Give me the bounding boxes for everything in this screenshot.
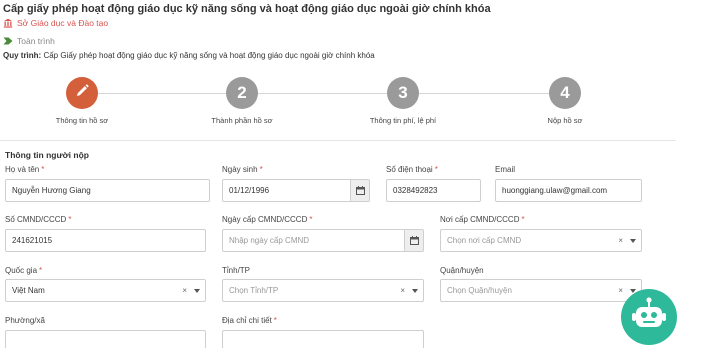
step-4-label: Nộp hồ sơ [547,116,583,125]
step-2-number: 2 [226,77,258,109]
process-value: Cấp Giấy phép hoạt động giáo dục kỹ năng… [43,51,375,60]
step-3-number: 3 [387,77,419,109]
calendar-icon[interactable] [350,180,369,201]
ward-label: Phường/xã [5,316,45,325]
step-3-label: Thông tin phí, lệ phí [369,116,437,125]
district-select[interactable]: Chọn Quận/huyện × [440,279,642,302]
org-name: Sở Giáo dục và Đào tạo [17,18,109,28]
step-3[interactable]: 3 Thông tin phí, lệ phí [343,77,463,125]
status-label: Toàn trình [17,36,55,46]
phone-input[interactable]: 0328492823 [386,179,481,202]
clear-icon[interactable]: × [182,286,187,295]
name-label: Họ và tên * [5,165,45,174]
process-label: Quy trình: [3,51,42,60]
building-icon [3,18,13,28]
step-1[interactable]: Thông tin hồ sơ [22,77,142,125]
province-label: Tỉnh/TP [222,266,251,275]
id-number-label: Số CMND/CCCD * [5,215,72,224]
address-label: Địa chỉ chi tiết * [222,316,277,325]
chevron-down-icon[interactable] [412,288,418,293]
chevron-down-icon[interactable] [630,238,636,243]
robot-icon [629,295,669,340]
district-label: Quận/huyện [440,266,484,275]
email-label: Email [495,165,516,174]
dob-label: Ngày sinh * [222,165,263,174]
section-title: Thông tin người nộp [5,150,89,160]
process-line: Quy trình: Cấp Giấy phép hoạt động giáo … [3,51,375,60]
id-date-input[interactable]: Nhập ngày cấp CMND [222,229,424,252]
ward-select[interactable] [5,330,206,348]
dob-input[interactable]: 01/12/1996 [222,179,370,202]
step-4[interactable]: 4 Nộp hồ sơ [505,77,625,125]
status-row: Toàn trình [3,36,55,46]
chevron-down-icon[interactable] [194,288,200,293]
phone-label: Số điện thoại * [386,165,438,174]
email-input[interactable]: huonggiang.ulaw@gmail.com [495,179,642,202]
clear-icon[interactable]: × [618,236,623,245]
id-place-select[interactable]: Chọn nơi cấp CMND × [440,229,642,252]
chevron-tag-icon [3,36,13,46]
page-title: Cấp giấy phép hoạt động giáo dục kỹ năng… [3,3,491,15]
name-input[interactable]: Nguyễn Hương Giang [5,179,210,202]
country-label: Quốc gia * [5,266,43,275]
address-input[interactable] [222,330,424,348]
pencil-icon [74,83,90,104]
step-2[interactable]: 2 Thành phần hồ sơ [182,77,302,125]
stepper-line [82,93,565,94]
calendar-icon[interactable] [404,230,423,251]
step-1-label: Thông tin hồ sơ [55,116,109,125]
id-place-label: Nơi cấp CMND/CCCD * [440,215,525,224]
chatbot-button[interactable] [621,289,677,345]
step-2-label: Thành phần hồ sơ [211,116,273,125]
step-1-circle [66,77,98,109]
province-select[interactable]: Chọn Tỉnh/TP × [222,279,424,302]
country-select[interactable]: Việt Nam × [5,279,206,302]
org-row: Sở Giáo dục và Đào tạo [3,18,108,28]
clear-icon[interactable]: × [618,286,623,295]
id-number-input[interactable]: 241621015 [5,229,206,252]
section-divider [0,140,676,141]
step-4-number: 4 [549,77,581,109]
clear-icon[interactable]: × [400,286,405,295]
id-date-label: Ngày cấp CMND/CCCD * [222,215,313,224]
